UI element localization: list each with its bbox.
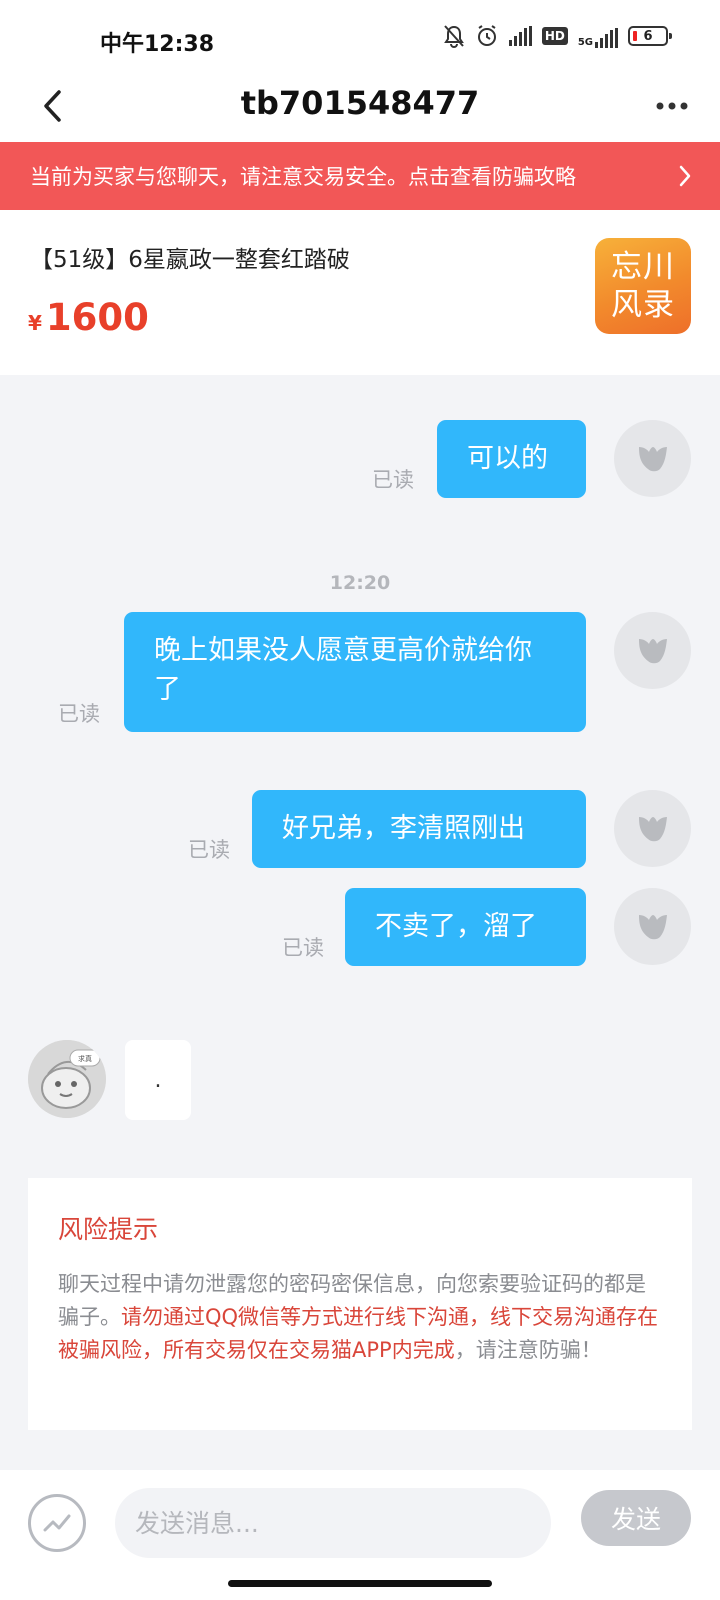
signal-5g-icon: 5G <box>578 24 618 48</box>
risk-text-gray-end: ，请注意防骗！ <box>454 1338 602 1362</box>
network-label: 5G <box>577 37 593 48</box>
read-status: 已读 <box>282 936 324 960</box>
price-amount: 1600 <box>45 296 149 339</box>
risk-warning-card: 风险提示 聊天过程中请勿泄露您的密码密保信息，向您索要验证码的都是骗子。请勿通过… <box>28 1178 692 1430</box>
currency-symbol: ¥ <box>28 311 42 335</box>
read-status: 已读 <box>372 468 414 492</box>
product-price: ¥1600 <box>28 296 149 339</box>
read-status: 已读 <box>58 702 100 726</box>
logo-line-1: 忘川 <box>611 249 675 285</box>
hd-icon: HD <box>541 27 568 45</box>
more-dots-icon[interactable] <box>650 86 694 126</box>
signal-icon <box>508 26 532 46</box>
risk-title: 风险提示 <box>58 1215 159 1244</box>
message-bubble[interactable]: 好兄弟，李清照刚出 <box>252 790 586 868</box>
status-bar: 中午12:38 HD 5G 6 <box>0 0 720 80</box>
bell-off-icon <box>443 24 465 48</box>
alarm-icon <box>475 24 499 48</box>
message-bubble[interactable]: 可以的 <box>437 420 586 498</box>
home-indicator[interactable] <box>228 1580 492 1587</box>
avatar-tag: 求真 <box>78 1054 92 1063</box>
status-time: 中午12:38 <box>100 32 215 57</box>
avatar[interactable] <box>614 790 691 867</box>
message-bubble[interactable]: 不卖了，溜了 <box>345 888 586 966</box>
avatar[interactable] <box>614 420 691 497</box>
message-input-bar: 发送 <box>0 1470 720 1600</box>
read-status: 已读 <box>188 838 230 862</box>
buyer-avatar[interactable]: 求真 <box>28 1040 106 1118</box>
security-warning-banner[interactable]: 当前为买家与您聊天，请注意交易安全。点击查看防骗攻略 <box>0 142 720 210</box>
page-title: tb701548477 <box>240 84 480 122</box>
message-input[interactable] <box>115 1488 551 1558</box>
banner-text: 当前为买家与您聊天，请注意交易安全。点击查看防骗攻略 <box>30 165 576 189</box>
time-separator: 12:20 <box>329 572 391 594</box>
battery-icon: 6 <box>628 26 672 46</box>
status-icons: HD 5G 6 <box>443 24 672 48</box>
battery-level: 6 <box>643 28 653 44</box>
send-button[interactable]: 发送 <box>581 1490 691 1546</box>
emoji-icon[interactable] <box>28 1494 86 1552</box>
message-bubble[interactable]: 晚上如果没人愿意更高价就给你了 <box>124 612 586 732</box>
product-title: 【51级】6星嬴政一整套红踏破 <box>30 247 350 273</box>
incoming-message-bubble[interactable]: . <box>125 1040 191 1120</box>
game-logo: 忘川 风录 <box>595 238 691 334</box>
logo-line-2: 风录 <box>611 287 675 323</box>
avatar[interactable] <box>614 888 691 965</box>
risk-body: 聊天过程中请勿泄露您的密码密保信息，向您索要验证码的都是骗子。请勿通过QQ微信等… <box>58 1268 662 1367</box>
chevron-right-icon <box>678 164 692 193</box>
product-card[interactable]: 【51级】6星嬴政一整套红踏破 ¥1600 忘川 风录 <box>0 210 720 375</box>
avatar[interactable] <box>614 612 691 689</box>
nav-bar: tb701548477 <box>0 70 720 142</box>
